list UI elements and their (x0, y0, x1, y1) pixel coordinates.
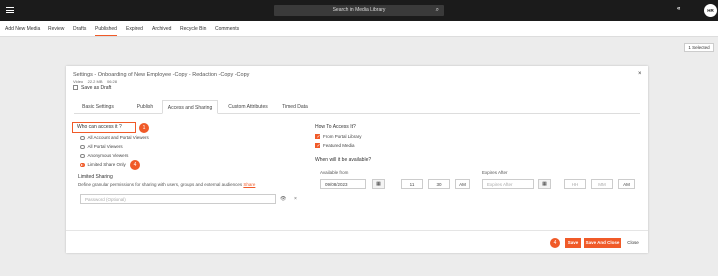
exp-hour-field[interactable]: HH (564, 179, 586, 189)
media-meta: Video 22.2 MB 06:28 (73, 79, 117, 84)
nav-review[interactable]: Review (48, 26, 64, 32)
close-button[interactable]: Close (623, 238, 643, 248)
option-all-portal-viewers[interactable]: All Portal Viewers (80, 144, 123, 150)
from-portal-library-checkbox[interactable]: From Portal Library (315, 134, 362, 140)
close-icon[interactable]: × (638, 71, 642, 77)
avatar[interactable]: HR (704, 4, 717, 17)
save-as-draft-checkbox[interactable]: Save as Draft (73, 85, 111, 91)
hamburger-menu-icon[interactable] (6, 7, 14, 13)
nav-comments[interactable]: Comments (215, 26, 239, 32)
option-label: Anonymous Viewers (87, 153, 129, 158)
featured-media-checkbox[interactable]: Featured Media (315, 143, 355, 149)
nav-recycle-bin[interactable]: Recycle Bin (180, 26, 206, 32)
from-minute-field[interactable]: 30 (428, 179, 450, 189)
tab-timed-data[interactable]: Timed Data (278, 100, 312, 114)
selected-count-button[interactable]: 1 Selected (684, 43, 714, 52)
eye-icon[interactable]: 👁 (280, 196, 286, 202)
search-icon[interactable]: ⌕ (436, 5, 439, 16)
settings-tabs: Basic Settings Publish Access and Sharin… (74, 100, 640, 114)
modal-title: Settings - Onboarding of New Employee -C… (73, 72, 250, 78)
available-from-date[interactable]: 09/08/2023 (320, 179, 366, 189)
who-can-access-label: Who can access it ? (72, 122, 136, 133)
limited-sharing-title: Limited Sharing (78, 174, 113, 180)
nav-drafts[interactable]: Drafts (73, 26, 86, 32)
tab-access-and-sharing[interactable]: Access and Sharing (162, 100, 218, 114)
modal-footer: 4 Save Save And Close Close (66, 230, 648, 253)
nav-archived[interactable]: Archived (152, 26, 171, 32)
tab-basic-settings[interactable]: Basic Settings (80, 100, 116, 114)
nav-add-new-media[interactable]: Add New Media (5, 26, 40, 32)
calendar-icon[interactable]: ▦ (538, 179, 551, 189)
save-button[interactable]: Save (565, 238, 581, 248)
available-from-label: Available from (320, 170, 349, 175)
checkbox-label: From Portal Library (323, 134, 362, 139)
radio-selected-icon (80, 162, 85, 168)
option-limited-share-only[interactable]: Limited Share Only (80, 162, 126, 168)
calendar-icon[interactable]: ▦ (372, 179, 385, 189)
exp-minute-field[interactable]: MM (591, 179, 613, 189)
step-badge: 1 (139, 123, 149, 133)
how-to-access-title: How To Access It? (315, 124, 356, 130)
save-and-close-button[interactable]: Save And Close (584, 238, 621, 248)
step-badge: 4 (550, 238, 560, 248)
nav-published[interactable]: Published (95, 26, 117, 36)
option-label: All Account and Portal Viewers (87, 135, 149, 140)
step-badge: 4 (130, 160, 140, 170)
password-field[interactable]: Password (Optional) (80, 194, 276, 204)
checked-icon (315, 143, 321, 149)
expires-after-date[interactable]: Expires After (482, 179, 534, 189)
media-duration: 06:28 (106, 79, 117, 84)
radio-icon (80, 135, 85, 141)
checkbox-label: Featured Media (323, 143, 355, 148)
option-all-account-portal[interactable]: All Account and Portal Viewers (80, 135, 149, 141)
search-placeholder: Search in Media Library (332, 7, 386, 13)
from-hour-field[interactable]: 11 (401, 179, 423, 189)
from-ampm-field[interactable]: AM (455, 179, 470, 189)
nav-expired[interactable]: Expired (126, 26, 143, 32)
clear-icon[interactable]: × (294, 196, 297, 202)
radio-icon (80, 144, 85, 150)
media-size: 22.2 MB (87, 79, 103, 84)
collapse-icon[interactable]: « (677, 6, 680, 12)
limited-sharing-text: Define granular permissions for sharing … (78, 182, 243, 187)
option-label: All Portal Viewers (87, 144, 123, 149)
radio-icon (80, 153, 85, 159)
settings-modal: Settings - Onboarding of New Employee -C… (66, 66, 648, 253)
option-label: Limited Share Only (87, 162, 126, 167)
save-as-draft-label: Save as Draft (81, 85, 112, 91)
when-available-title: When will it be available? (315, 157, 372, 163)
share-link[interactable]: Share (243, 182, 255, 187)
checked-icon (315, 134, 321, 140)
tab-publish[interactable]: Publish (132, 100, 158, 114)
search-input[interactable]: Search in Media Library ⌕ (274, 5, 444, 16)
exp-ampm-field[interactable]: AM (618, 179, 635, 189)
limited-sharing-description: Define granular permissions for sharing … (78, 182, 255, 187)
option-anonymous-viewers[interactable]: Anonymous Viewers (80, 153, 129, 159)
expires-after-label: Expires After (482, 170, 508, 175)
media-type: Video (73, 79, 84, 84)
tab-custom-attributes[interactable]: Custom Attributes (224, 100, 272, 114)
checkbox-icon (73, 85, 78, 91)
top-bar: Search in Media Library ⌕ « HR (0, 0, 718, 21)
media-nav: Add New Media Review Drafts Published Ex… (0, 21, 718, 37)
